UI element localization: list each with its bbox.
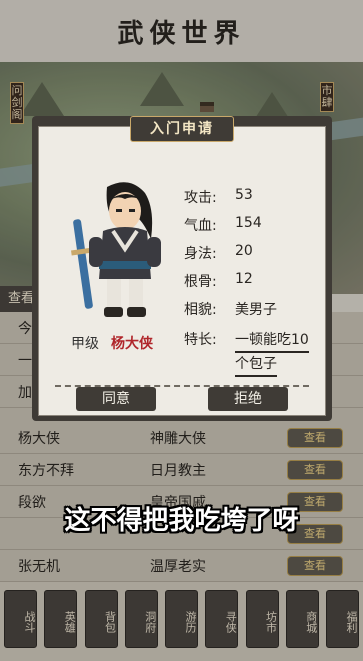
- stat-attack-label: 攻击:: [184, 190, 217, 206]
- accept-button[interactable]: 同意: [76, 387, 156, 411]
- stat-specialty-value: 一顿能吃10: [235, 329, 309, 353]
- recruit-dialog: 甲级 杨大侠 攻击: 53 气血: 154 身法: 20 根骨: 12 相貌: …: [32, 116, 332, 421]
- stat-agility-label: 身法:: [184, 246, 217, 262]
- stat-specialty-value-line2: 个包子: [235, 353, 277, 377]
- hero-portrait: [71, 182, 161, 317]
- dialog-title: 入门申请: [130, 116, 234, 142]
- reject-button[interactable]: 拒绝: [208, 387, 288, 411]
- video-caption: 这不得把我吃垮了呀: [64, 506, 299, 536]
- stat-bone-value: 12: [235, 271, 253, 287]
- stat-looks-label: 相貌:: [184, 302, 217, 318]
- hero-rank: 甲级: [71, 336, 99, 352]
- stat-looks-value: 美男子: [235, 302, 277, 318]
- stat-specialty-label: 特长:: [184, 332, 217, 348]
- dialog-body: 甲级 杨大侠 攻击: 53 气血: 154 身法: 20 根骨: 12 相貌: …: [38, 126, 326, 416]
- stat-hp-label: 气血:: [184, 218, 217, 234]
- stat-agility-value: 20: [235, 243, 253, 259]
- stat-bone-label: 根骨:: [184, 274, 217, 290]
- game-screen: 武侠世界 问剑阁 市肆 查看 今 一 加 杨大侠 神雕大侠 查看 东方不拜 日月…: [0, 0, 363, 661]
- stat-attack-value: 53: [235, 187, 253, 203]
- stat-hp-value: 154: [235, 215, 262, 231]
- dialog-hero-name: 杨大侠: [111, 336, 153, 352]
